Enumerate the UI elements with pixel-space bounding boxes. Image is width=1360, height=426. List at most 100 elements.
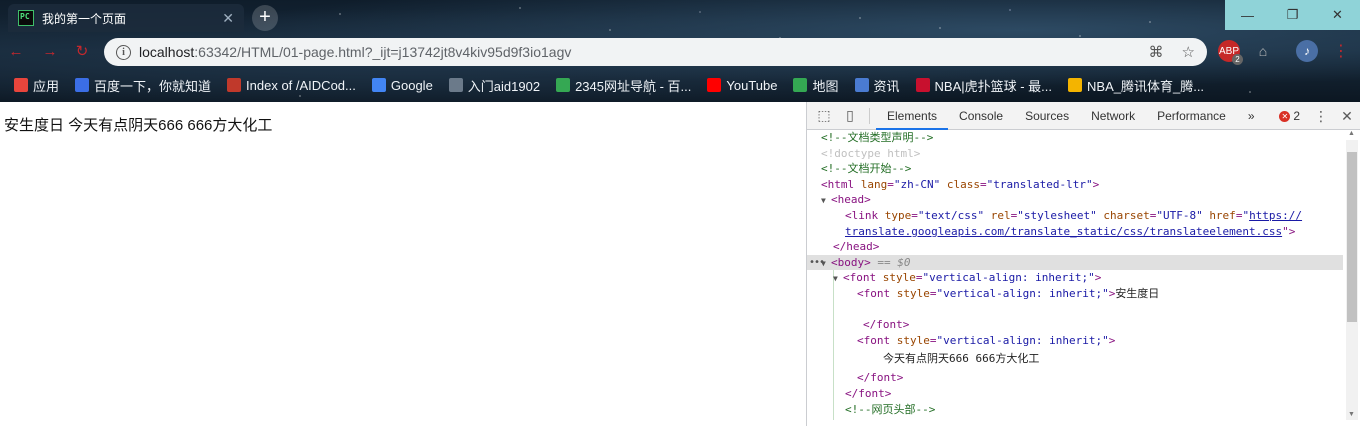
window-controls: — ❐ ✕ — [1225, 0, 1360, 30]
tree-node[interactable]: translate.googleapis.com/translate_stati… — [807, 224, 1343, 240]
devtools-right-controls: ✕ 2 ⋮ ✕ — [1271, 102, 1360, 130]
baidu-paw-icon — [75, 78, 90, 92]
bookmark-label: 入门aid1902 — [467, 78, 541, 94]
tree-node[interactable]: ▼ <head> — [807, 192, 1343, 208]
bookmark-item[interactable]: 2345网址导航 - 百... — [548, 76, 699, 95]
scrollbar-thumb[interactable] — [1347, 152, 1357, 322]
bookmark-item[interactable]: 应用 — [6, 76, 67, 95]
scroll-down-icon[interactable]: ▼ — [1348, 411, 1355, 418]
page-body-text: 安生度日 今天有点阴天666 666方大化工 — [4, 117, 273, 134]
inspect-element-icon[interactable]: ⬚ — [811, 102, 837, 130]
google-icon — [371, 78, 386, 92]
bookmark-label: YouTube — [726, 77, 778, 93]
forward-icon[interactable]: → — [40, 42, 60, 62]
tab-sources[interactable]: Sources — [1014, 102, 1080, 130]
adblock-badge: 2 — [1232, 54, 1243, 65]
reload-icon[interactable]: ↻ — [72, 42, 92, 62]
tree-node[interactable]: ▼ <font style="vertical-align: inherit;"> — [807, 270, 1343, 286]
menu-icon[interactable]: ⋮ — [1330, 40, 1352, 62]
tree-blank — [807, 302, 1343, 318]
tab-network[interactable]: Network — [1080, 102, 1146, 130]
device-toolbar-icon[interactable]: ▯ — [837, 102, 863, 130]
stylesheet-link[interactable]: https:// — [1249, 209, 1302, 222]
bookmark-label: NBA|虎扑篮球 - 最... — [934, 78, 1053, 94]
devtools-tab-list: Elements Console Sources Network Performance — [876, 102, 1237, 130]
maps-icon — [793, 78, 808, 92]
tree-node[interactable]: <font style="vertical-align: inherit;">安… — [807, 286, 1343, 302]
restore-button[interactable]: ❐ — [1270, 0, 1315, 30]
tree-node[interactable]: <!doctype html> — [807, 146, 1343, 162]
tree-node[interactable]: <!--网页头部--> — [807, 402, 1343, 418]
bookmark-label: 百度一下，你就知道 — [94, 78, 212, 94]
bookmark-label: Google — [390, 77, 433, 93]
tab-title: 我的第一个页面 — [42, 11, 127, 26]
bookmark-item[interactable]: NBA_腾讯体育_腾... — [1060, 76, 1212, 95]
bookmark-label: NBA_腾讯体育_腾... — [1087, 78, 1205, 94]
bookmark-label: 资讯 — [873, 78, 900, 94]
house-icon — [556, 78, 571, 92]
bookmark-item[interactable]: 入门aid1902 — [441, 76, 548, 95]
address-bar[interactable]: i localhost:63342/HTML/01-page.html?_ijt… — [104, 38, 1207, 66]
tree-node[interactable]: </font> — [807, 370, 1343, 386]
elements-tree: <!--文档类型声明--> <!doctype html> <!--文档开始--… — [807, 130, 1343, 420]
news-icon — [854, 78, 869, 92]
youtube-icon — [707, 78, 722, 92]
bookmark-label: 地图 — [812, 78, 839, 94]
devtools-tabbar: ⬚ ▯ Elements Console Sources Network Perform… — [807, 102, 1360, 130]
tab-elements[interactable]: Elements — [876, 102, 949, 130]
devtools-close-icon[interactable]: ✕ — [1334, 102, 1360, 130]
translate-icon[interactable]: ⌘ — [1149, 43, 1164, 61]
extension-icon[interactable]: ⌂ — [1252, 40, 1274, 62]
bookmark-label: 应用 — [33, 78, 60, 94]
expand-triangle-icon[interactable]: ▼ — [821, 193, 831, 209]
elements-scrollbar[interactable]: ▲ ▼ — [1346, 130, 1358, 420]
bookmark-item[interactable]: 地图 — [785, 76, 846, 95]
error-count: 2 — [1293, 109, 1300, 123]
bookmark-item[interactable]: YouTube — [699, 78, 785, 93]
bookmark-star-icon[interactable]: ☆ — [1182, 43, 1195, 61]
page-viewport: 安生度日 今天有点阴天666 666方大化工 — [0, 102, 806, 426]
tree-node-selected[interactable]: ••• ▼ <body> == $0 — [807, 254, 1343, 271]
stylesheet-link[interactable]: translate.googleapis.com/translate_stati… — [845, 225, 1282, 238]
pycharm-favicon-icon: PC — [18, 10, 34, 26]
minimize-button[interactable]: — — [1225, 0, 1270, 30]
bookmark-item[interactable]: 百度一下，你就知道 — [67, 76, 219, 95]
bookmark-label: 2345网址导航 - 百... — [575, 78, 692, 94]
blank-icon — [448, 78, 463, 92]
bookmark-item[interactable]: Index of /AIDCod... — [219, 78, 364, 93]
tab-active[interactable]: PC 我的第一个页面 ✕ — [8, 4, 244, 32]
more-tabs-icon[interactable]: » — [1237, 102, 1266, 130]
tree-node[interactable]: <!--文档类型声明--> — [807, 130, 1343, 146]
bookmark-item[interactable]: NBA|虎扑篮球 - 最... — [908, 76, 1061, 95]
close-window-button[interactable]: ✕ — [1315, 0, 1360, 30]
music-extension-icon[interactable]: ♪ — [1296, 40, 1318, 62]
tree-node[interactable]: <html lang="zh-CN" class="translated-ltr… — [807, 177, 1343, 193]
divider — [869, 107, 870, 124]
tree-node[interactable]: </head> — [807, 239, 1343, 255]
back-icon[interactable]: ← — [6, 42, 26, 62]
tab-close-icon[interactable]: ✕ — [222, 10, 234, 27]
tree-node[interactable]: <!--文档开始--> — [807, 161, 1343, 177]
tree-node[interactable]: <link type="text/css" rel="stylesheet" c… — [807, 208, 1343, 224]
apps-grid-icon — [14, 78, 28, 92]
bookmark-item[interactable]: Google — [364, 78, 441, 93]
url-text[interactable]: localhost:63342/HTML/01-page.html?_ijt=j… — [139, 44, 1141, 60]
more-actions-icon[interactable]: ••• — [809, 255, 825, 271]
devtools-menu-icon[interactable]: ⋮ — [1308, 102, 1334, 130]
new-tab-button[interactable]: + — [252, 5, 278, 31]
scroll-up-icon[interactable]: ▲ — [1348, 130, 1355, 137]
expand-triangle-icon[interactable]: ▼ — [833, 271, 843, 287]
tab-console[interactable]: Console — [948, 102, 1014, 130]
tree-node[interactable]: </font> — [807, 317, 1343, 333]
devtools-panel: ⬚ ▯ Elements Console Sources Network Perform… — [806, 102, 1360, 426]
tencent-icon — [1068, 78, 1083, 92]
tab-performance[interactable]: Performance — [1146, 102, 1237, 130]
bookmark-item[interactable]: 资讯 — [847, 76, 908, 95]
site-info-icon[interactable]: i — [116, 44, 131, 60]
tree-node[interactable]: <font style="vertical-align: inherit;"> — [807, 333, 1343, 349]
bookmarks-bar: 应用 百度一下，你就知道 Index of /AIDCod... Google 入门ai… — [6, 72, 1212, 98]
tree-node[interactable]: </font> — [807, 386, 1343, 402]
hupu-icon — [915, 78, 930, 92]
tree-text-node[interactable]: 今天有点阴天666 666方大化工 — [807, 348, 1343, 370]
error-count-badge[interactable]: ✕ 2 — [1271, 109, 1308, 123]
